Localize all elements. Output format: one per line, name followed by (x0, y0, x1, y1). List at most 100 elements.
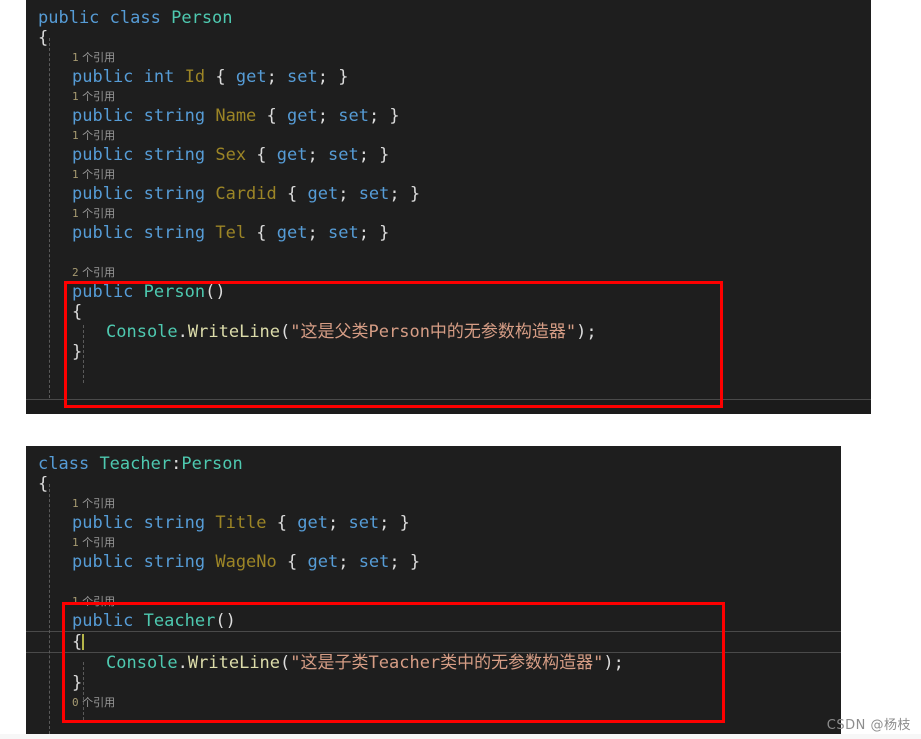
code-token-plain: { (246, 145, 277, 165)
code-token-kw: get (307, 184, 339, 204)
code-line[interactable]: public string WageNo { get; set; } (26, 552, 841, 572)
code-token-str: "这是父类Person中的无参数构造器" (290, 322, 577, 342)
codelens-reference-count[interactable]: 1 个引用 (26, 48, 871, 67)
teacher-class-code-panel[interactable]: class Teacher:Person{1 个引用 public string … (26, 446, 841, 739)
code-line[interactable]: public string Title { get; set; } (26, 513, 841, 533)
code-line[interactable]: class Teacher:Person (26, 454, 841, 474)
code-token-plain: ; (327, 513, 349, 533)
code-token-kw: public (72, 145, 134, 165)
code-line[interactable]: public string Name { get; set; } (26, 106, 871, 126)
code-token-kw: get (276, 223, 308, 243)
code-line[interactable]: public string Sex { get; set; } (26, 145, 871, 165)
codelens-reference-count[interactable]: 1 个引用 (26, 592, 841, 611)
code-token-kw: set (358, 552, 390, 572)
code-token-prop: Title (215, 513, 267, 533)
code-token-meth: WriteLine (187, 322, 281, 342)
code-line[interactable]: public Teacher() (26, 611, 841, 631)
codelens-reference-count[interactable]: 1 个引用 (26, 494, 841, 513)
codelens-count: 1 (72, 595, 79, 608)
code-token-prop: Name (215, 106, 257, 126)
codelens-label: 个引用 (78, 497, 116, 510)
code-line-blank[interactable] (26, 572, 841, 592)
code-token-typ: Teacher (143, 611, 216, 631)
person-code-body[interactable]: public class Person{1 个引用 public int Id {… (26, 0, 871, 362)
code-token-kw: get (287, 106, 318, 126)
code-token-kw: public (72, 513, 134, 533)
code-token-plain: . (177, 653, 188, 673)
page-footer-strip (0, 734, 921, 739)
code-token-typ: Console (106, 653, 178, 673)
code-token-plain: ( (280, 322, 291, 342)
code-line[interactable]: public Person() (26, 282, 871, 302)
code-token-kw: set (358, 184, 390, 204)
codelens-count: 1 (72, 90, 79, 103)
code-token-kw: public (72, 106, 134, 126)
codelens-label: 个引用 (78, 129, 116, 142)
code-token-plain: { (276, 184, 308, 204)
code-token-kw: public (72, 611, 134, 631)
code-token-plain: ; (317, 106, 339, 126)
code-token-plain: } (72, 342, 83, 362)
codelens-reference-count[interactable]: 0 个引用 (26, 693, 841, 712)
code-token-kw: set (327, 145, 359, 165)
code-token-kw: get (235, 67, 267, 87)
codelens-reference-count[interactable]: 1 个引用 (26, 533, 841, 552)
code-token-plain: : (171, 454, 182, 474)
code-line[interactable]: Console.WriteLine("这是子类Teacher类中的无参数构造器"… (26, 653, 841, 673)
code-line[interactable]: { (26, 302, 871, 322)
screenshot-page: public class Person{1 个引用 public int Id {… (0, 0, 921, 739)
code-token-kw: get (297, 513, 328, 533)
code-token-kw: string (143, 106, 206, 126)
code-token-plain: ; (307, 145, 328, 165)
codelens-count: 1 (72, 51, 79, 64)
code-line[interactable]: } (26, 673, 841, 693)
code-token-plain: ; (307, 223, 328, 243)
code-line[interactable]: { (26, 28, 871, 48)
codelens-reference-count[interactable]: 1 个引用 (26, 165, 871, 184)
code-line-current[interactable]: { (26, 631, 841, 653)
code-line[interactable]: } (26, 342, 871, 362)
code-token-kw: class (109, 8, 161, 28)
code-token-kw: string (143, 184, 206, 204)
codelens-label: 个引用 (78, 266, 116, 279)
code-token-str: "这是子类Teacher类中的无参数构造器" (290, 653, 604, 673)
code-token-typ: Person (181, 454, 243, 474)
code-line[interactable]: public class Person (26, 8, 871, 28)
code-line-blank[interactable] (26, 243, 871, 263)
code-line[interactable]: public string Cardid { get; set; } (26, 184, 871, 204)
code-line[interactable]: { (26, 474, 841, 494)
teacher-code-body[interactable]: class Teacher:Person{1 个引用 public string … (26, 446, 841, 712)
code-token-plain: ; } (358, 223, 390, 243)
person-class-code-panel[interactable]: public class Person{1 个引用 public int Id {… (26, 0, 871, 414)
code-token-kw: string (143, 145, 206, 165)
codelens-reference-count[interactable]: 2 个引用 (26, 263, 871, 282)
codelens-reference-count[interactable]: 1 个引用 (26, 204, 871, 223)
code-line[interactable]: public string Tel { get; set; } (26, 223, 871, 243)
code-line[interactable]: Console.WriteLine("这是父类Person中的无参数构造器"); (26, 322, 871, 342)
code-line[interactable]: public int Id { get; set; } (26, 67, 871, 87)
code-token-plain: ; } (317, 67, 349, 87)
code-token-kw: public (38, 8, 100, 28)
codelens-label: 个引用 (78, 207, 116, 220)
code-token-plain: () (215, 611, 236, 631)
code-token-kw: set (327, 223, 359, 243)
codelens-count: 2 (72, 266, 79, 279)
code-token-plain: { (276, 552, 308, 572)
code-token-kw: string (143, 223, 206, 243)
codelens-reference-count[interactable]: 1 个引用 (26, 87, 871, 106)
panel-bottom-bar (26, 400, 871, 414)
code-token-plain: ); (603, 653, 624, 673)
codelens-reference-count[interactable]: 1 个引用 (26, 126, 871, 145)
code-token-kw: public (72, 67, 134, 87)
code-token-kw: public (72, 552, 134, 572)
